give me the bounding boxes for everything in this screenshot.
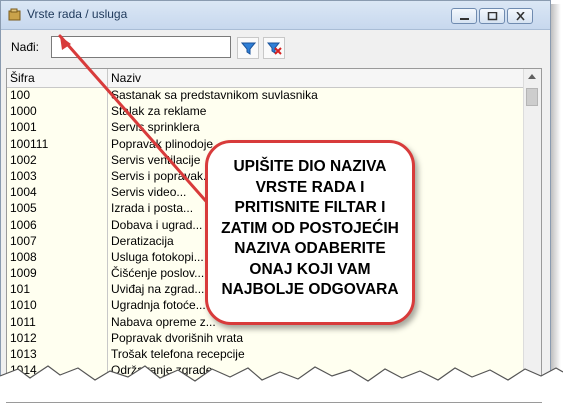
- torn-paper-edge: [0, 366, 563, 402]
- torn-edge: [0, 365, 563, 402]
